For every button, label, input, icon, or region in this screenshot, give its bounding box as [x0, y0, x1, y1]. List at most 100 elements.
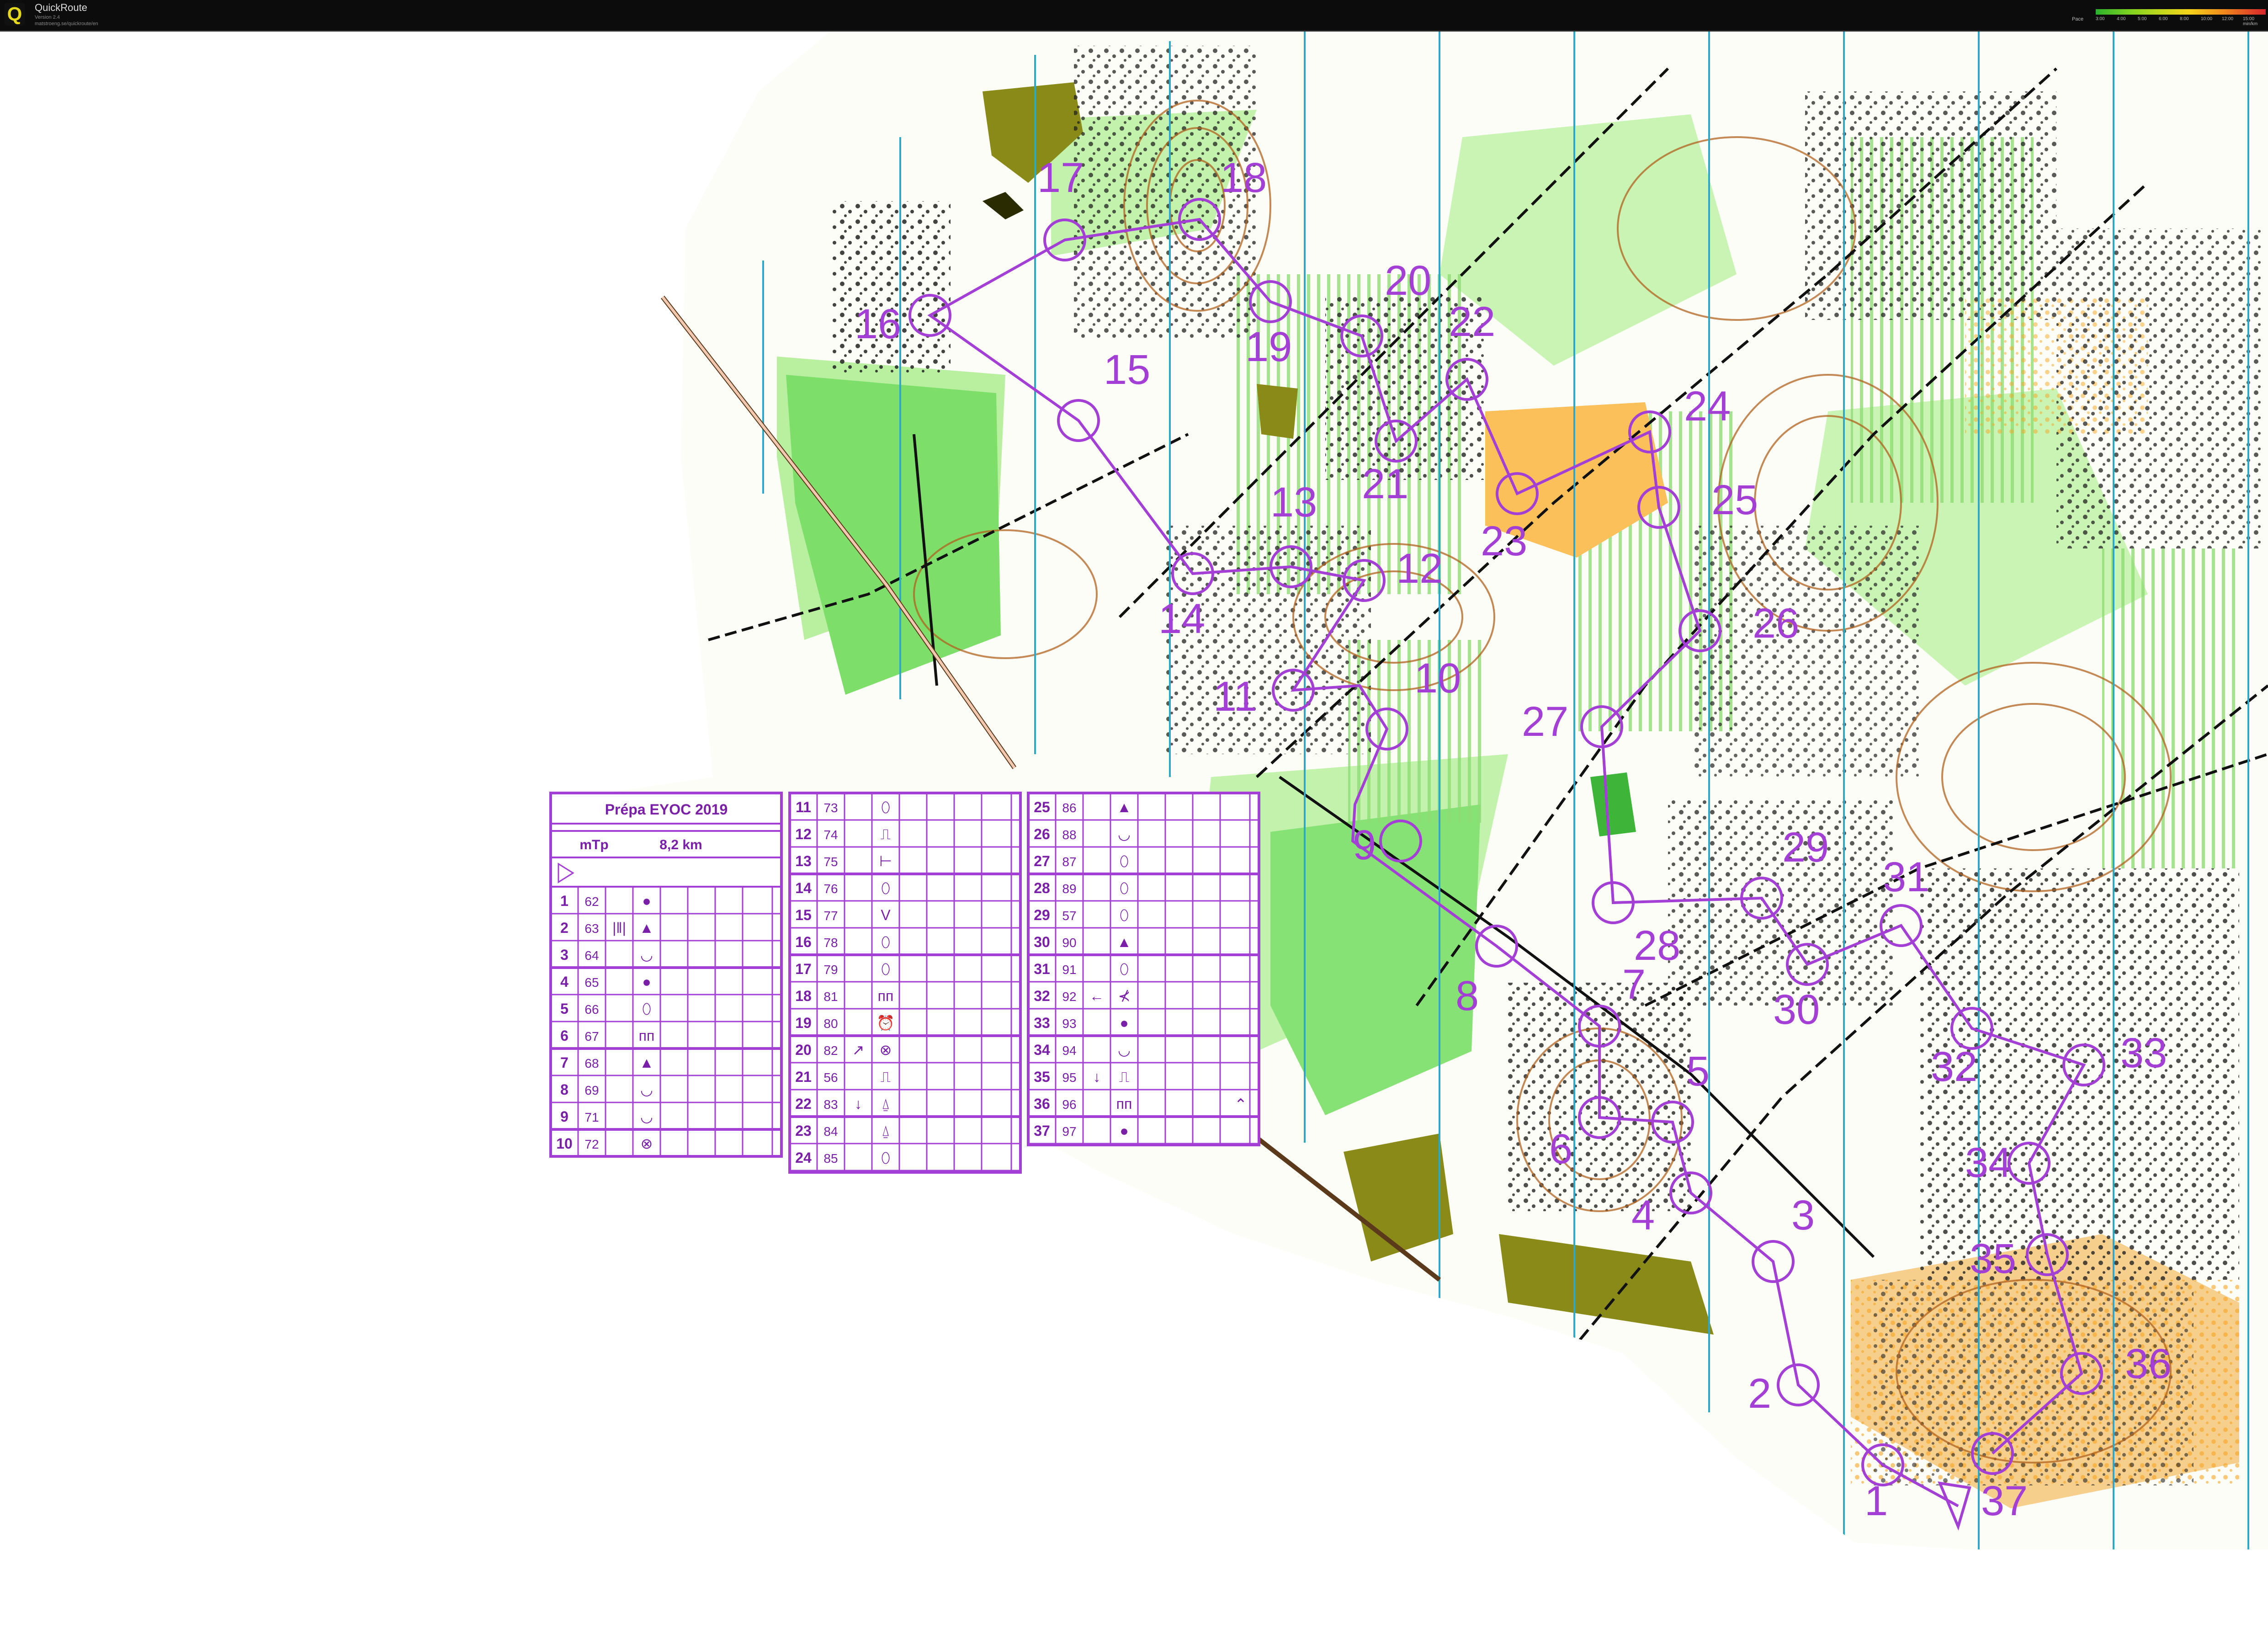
row-number: 24 — [795, 1150, 812, 1166]
row-number: 29 — [1034, 907, 1050, 923]
row-number: 25 — [1034, 799, 1050, 815]
row-number: 1 — [560, 893, 568, 909]
row-feature-symbol: ⬯ — [1120, 880, 1129, 896]
row-number: 21 — [795, 1069, 812, 1085]
row-feature-symbol: ⬯ — [1120, 961, 1129, 977]
row-number: 27 — [1034, 853, 1050, 869]
row-number: 5 — [560, 1001, 568, 1017]
row-code: 56 — [823, 1070, 838, 1085]
row-code: 83 — [823, 1097, 838, 1112]
row-feature-symbol: ⬯ — [881, 880, 890, 896]
row-feature-symbol: ▲ — [1117, 934, 1131, 950]
sheet-length: 8,2 km — [659, 837, 702, 852]
quickroute-logo-icon: Q — [5, 3, 25, 26]
row-feature-symbol: ⊗ — [880, 1042, 892, 1058]
control-number-label: 18 — [1220, 154, 1267, 201]
row-number: 10 — [556, 1135, 573, 1152]
row-number: 26 — [1034, 826, 1050, 842]
control-number-label: 19 — [1245, 324, 1292, 370]
row-feature-symbol: ● — [1120, 1015, 1128, 1031]
row-feature-symbol: ◡ — [640, 1081, 653, 1098]
row-code: 75 — [823, 855, 838, 869]
row-feature-symbol: ▲ — [1117, 799, 1131, 815]
pace-tick-label: 5:00 — [2138, 16, 2147, 21]
row-number: 34 — [1034, 1042, 1050, 1058]
control-number-label: 35 — [1970, 1235, 2016, 1282]
row-code: 80 — [823, 1017, 838, 1031]
row-number: 23 — [795, 1123, 812, 1139]
control-number-label: 34 — [1965, 1139, 2012, 1186]
title-bar: Q QuickRoute Version 2.4 matstroeng.se/q… — [0, 0, 2268, 32]
control-number-label: 37 — [1981, 1478, 2028, 1524]
row-code: 67 — [584, 1029, 599, 1043]
row-number: 13 — [795, 853, 812, 869]
control-number-label: 20 — [1385, 257, 1431, 304]
row-feature-symbol: ▲ — [639, 1054, 654, 1071]
pace-tick-label: 15:00 min/km — [2243, 16, 2258, 27]
control-number-label: 3 — [1791, 1192, 1815, 1239]
row-feature-symbol: ⬯ — [1120, 907, 1129, 923]
row-feature-symbol: ⬯ — [881, 934, 890, 950]
row-number: 33 — [1034, 1015, 1050, 1031]
control-number-label: 1 — [1864, 1478, 1888, 1524]
row-code: 88 — [1062, 828, 1076, 842]
row-feature-symbol: ◡ — [640, 1108, 653, 1125]
control-number-label: 6 — [1549, 1126, 1572, 1172]
app-version: Version 2.4 — [35, 15, 60, 20]
row-column-d-symbol: |‖| — [612, 920, 626, 936]
row-number: 3 — [560, 947, 568, 963]
row-code: 77 — [823, 909, 838, 923]
control-number-label: 26 — [1753, 600, 1799, 647]
row-number: 14 — [795, 880, 812, 896]
row-number: 8 — [560, 1081, 568, 1098]
row-code: 94 — [1062, 1043, 1076, 1058]
row-number: 11 — [796, 799, 811, 815]
row-column-d-symbol: ↓ — [1093, 1069, 1100, 1085]
row-code: 76 — [823, 882, 838, 896]
row-code: 65 — [584, 975, 599, 990]
pace-tick-label: 4:00 — [2117, 16, 2126, 21]
row-code: 73 — [823, 801, 838, 815]
row-feature-symbol: ⍙ — [881, 1096, 890, 1112]
control-number-label: 24 — [1684, 383, 1731, 430]
control-number-label: 12 — [1396, 545, 1443, 592]
row-feature-symbol: ⊗ — [641, 1135, 653, 1152]
control-number-label: 28 — [1634, 922, 1680, 969]
row-feature-symbol: ⍙ — [881, 1123, 890, 1139]
row-number: 20 — [795, 1042, 812, 1058]
pace-label: Pace — [2072, 16, 2084, 22]
row-feature-symbol: ⎍ — [881, 826, 891, 842]
row-number: 32 — [1034, 988, 1050, 1004]
row-code: 78 — [823, 936, 838, 950]
control-number-label: 5 — [1686, 1048, 1710, 1095]
row-code: 64 — [584, 948, 599, 963]
row-feature-symbol: ᴨᴨ — [639, 1027, 655, 1044]
row-feature-symbol: ◡ — [1118, 1042, 1131, 1058]
control-number-label: 16 — [855, 301, 901, 347]
control-number-label: 27 — [1522, 698, 1568, 745]
row-column-d-symbol: ← — [1089, 988, 1104, 1004]
row-feature-symbol: ◡ — [640, 947, 653, 963]
control-number-label: 36 — [2125, 1341, 2172, 1387]
control-number-label: 33 — [2120, 1030, 2167, 1076]
row-code: 96 — [1062, 1097, 1076, 1112]
orienteering-map[interactable]: 1234567891011121314151617 181920212223242… — [0, 0, 2268, 1634]
row-code: 85 — [823, 1151, 838, 1166]
row-code: 86 — [1062, 801, 1076, 815]
row-number: 4 — [560, 974, 568, 990]
row-code: 72 — [584, 1137, 599, 1151]
control-number-label: 21 — [1362, 461, 1408, 507]
row-feature-symbol: ⊢ — [879, 853, 892, 869]
pace-tick-label: 10:00 — [2201, 16, 2213, 21]
row-feature-symbol: ● — [1120, 1123, 1128, 1139]
pace-tick-label: 12:00 — [2222, 16, 2234, 21]
row-code: 92 — [1062, 990, 1076, 1004]
row-feature-symbol: ▲ — [639, 920, 654, 936]
row-feature-symbol: ⬯ — [881, 1150, 890, 1166]
control-number-label: 8 — [1455, 973, 1479, 1019]
row-feature-symbol: ● — [642, 893, 651, 909]
row-code: 57 — [1062, 909, 1076, 923]
control-number-label: 4 — [1631, 1192, 1655, 1239]
control-number-label: 25 — [1711, 477, 1758, 523]
pace-tick-label: 8:00 — [2180, 16, 2189, 21]
